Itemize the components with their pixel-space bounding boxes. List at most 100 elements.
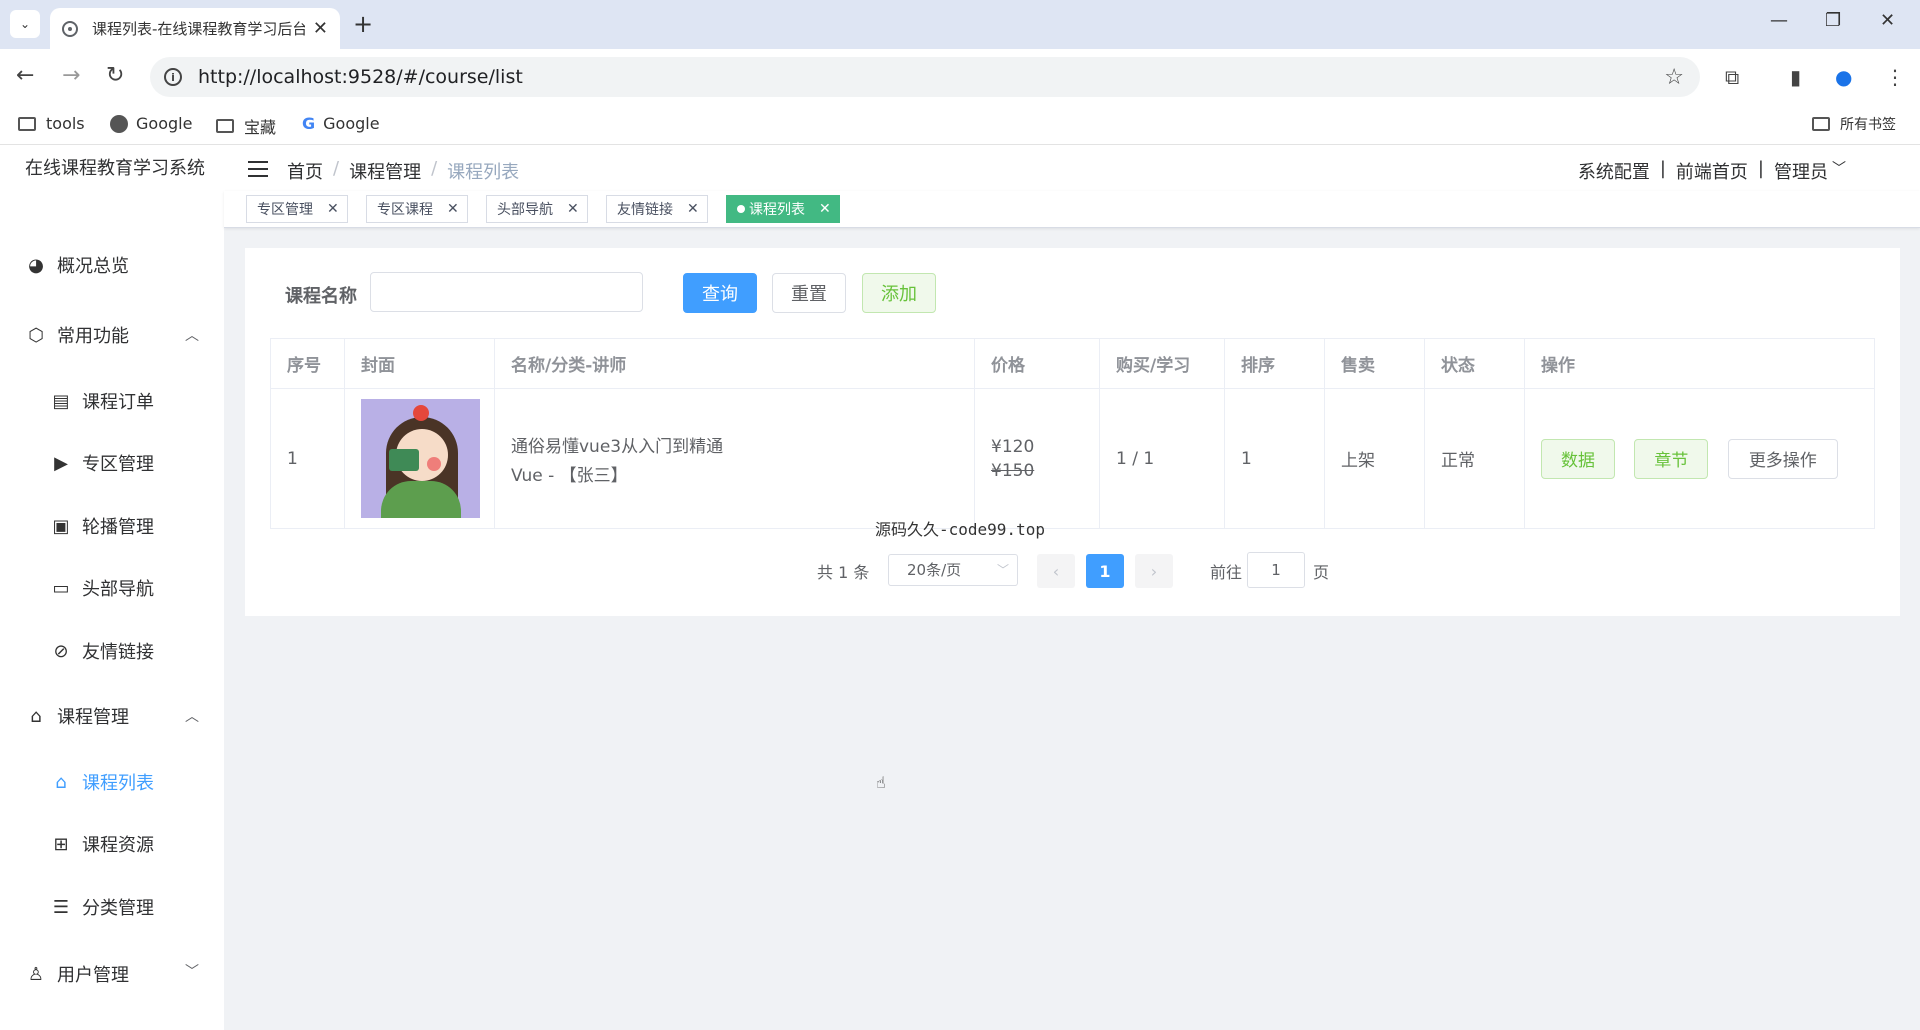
col-ops: 操作 bbox=[1524, 338, 1875, 389]
prev-page-button[interactable]: ‹ bbox=[1037, 554, 1075, 588]
address-bar-row: ← → ↻ i http://localhost:9528/#/course/l… bbox=[0, 49, 1920, 105]
google-icon: G bbox=[302, 114, 316, 133]
close-icon[interactable]: ✕ bbox=[687, 201, 699, 217]
menu-dots-icon[interactable]: ⋮ bbox=[1885, 65, 1905, 89]
cube-icon: ⬡ bbox=[28, 324, 44, 346]
url-field[interactable]: i http://localhost:9528/#/course/list ☆ bbox=[150, 57, 1700, 97]
chevron-down-icon[interactable]: ﹀ bbox=[185, 961, 199, 981]
frontend-home-link[interactable]: 前端首页 bbox=[1676, 158, 1748, 184]
chapters-button[interactable]: 章节 bbox=[1634, 438, 1709, 479]
query-button[interactable]: 查询 bbox=[683, 273, 757, 313]
col-price: 价格 bbox=[974, 338, 1100, 389]
sidebar-item-carousel[interactable]: ▣ 轮播管理 bbox=[50, 513, 154, 539]
folder-icon bbox=[18, 116, 36, 131]
new-tab-button[interactable]: + bbox=[353, 10, 373, 38]
goto-label: 前往 bbox=[1210, 563, 1243, 582]
tag-header-nav[interactable]: 头部导航 ✕ bbox=[486, 195, 588, 223]
sidebar-item-category[interactable]: ☰ 分类管理 bbox=[50, 894, 154, 920]
extensions-icon[interactable]: ⧉ bbox=[1725, 65, 1739, 89]
restore-button[interactable]: ❐ bbox=[1825, 10, 1841, 31]
sidebar-item-header-nav[interactable]: ▭ 头部导航 bbox=[50, 575, 154, 601]
close-window-button[interactable]: ✕ bbox=[1880, 10, 1895, 31]
sidebar-item-course-list[interactable]: ⌂ 课程列表 bbox=[50, 769, 154, 795]
tag-zone-mgmt[interactable]: 专区管理 ✕ bbox=[246, 195, 348, 223]
divider: | bbox=[1659, 158, 1666, 179]
sidebar-item-users[interactable]: ♙ 用户管理 bbox=[25, 961, 129, 987]
breadcrumb-separator: / bbox=[431, 158, 438, 179]
bookmarks-bar: tools Google 宝藏 G Google 所有书签 bbox=[0, 105, 1920, 145]
page-1-button[interactable]: 1 bbox=[1086, 554, 1124, 588]
course-name-input[interactable] bbox=[370, 272, 643, 312]
bookmark-star-icon[interactable]: ☆ bbox=[1664, 65, 1684, 90]
app-logo: 在线课程教育学习系统 bbox=[25, 158, 205, 179]
bookmark-google-2[interactable]: G Google bbox=[302, 114, 380, 133]
pagination-total: 共 1 条 bbox=[817, 563, 870, 582]
breadcrumb-home[interactable]: 首页 bbox=[287, 158, 323, 184]
chevron-down-icon[interactable]: ﹀ bbox=[1832, 158, 1846, 184]
sidepanel-icon[interactable]: ▮ bbox=[1790, 65, 1801, 89]
close-icon[interactable]: ✕ bbox=[567, 201, 579, 217]
sidebar-item-zone[interactable]: ▶ 专区管理 bbox=[50, 450, 154, 476]
original-price: ¥150 bbox=[991, 460, 1035, 481]
browser-tab-active[interactable]: 课程列表-在线课程教育学习后台 ✕ bbox=[50, 8, 340, 49]
bookmark-google-1[interactable]: Google bbox=[110, 114, 192, 133]
tag-zone-course[interactable]: 专区课程 ✕ bbox=[366, 195, 468, 223]
profile-icon[interactable]: ● bbox=[1835, 65, 1852, 89]
sidebar-item-resources[interactable]: ⊞ 课程资源 bbox=[50, 831, 154, 857]
system-config-link[interactable]: 系统配置 bbox=[1578, 158, 1650, 184]
more-actions-button[interactable]: 更多操作 bbox=[1727, 438, 1838, 479]
tab-close-icon[interactable]: ✕ bbox=[313, 18, 328, 39]
close-icon[interactable]: ✕ bbox=[447, 201, 459, 217]
divider: | bbox=[1757, 158, 1764, 179]
bookmark-treasure[interactable]: 宝藏 bbox=[216, 114, 276, 138]
breadcrumb-course-mgmt[interactable]: 课程管理 bbox=[349, 158, 421, 184]
page-size-select[interactable]: 20条/页 ﹀ bbox=[888, 554, 1018, 586]
bookmark-tools[interactable]: tools bbox=[18, 114, 85, 133]
dashboard-icon: ◕ bbox=[28, 254, 44, 276]
chevron-up-icon[interactable]: ︿ bbox=[185, 706, 199, 726]
close-icon[interactable]: ✕ bbox=[327, 201, 339, 217]
graduation-icon: ⌂ bbox=[55, 771, 67, 793]
data-button[interactable]: 数据 bbox=[1541, 438, 1615, 479]
chevron-down-icon: ﹀ bbox=[996, 563, 1009, 577]
tab-title: 课程列表-在线课程教育学习后台 bbox=[92, 20, 305, 38]
reload-button[interactable]: ↻ bbox=[106, 63, 124, 88]
next-page-button[interactable]: › bbox=[1135, 554, 1173, 588]
site-info-icon[interactable]: i bbox=[164, 68, 182, 86]
col-status: 状态 bbox=[1424, 338, 1525, 389]
minimize-button[interactable]: — bbox=[1770, 10, 1788, 31]
cell-sort: 1 bbox=[1224, 388, 1325, 529]
admin-dropdown[interactable]: 管理员 bbox=[1774, 158, 1828, 184]
back-button[interactable]: ← bbox=[16, 63, 34, 88]
chevron-up-icon[interactable]: ︿ bbox=[185, 325, 199, 345]
sidebar-item-orders[interactable]: ▤ 课程订单 bbox=[50, 388, 154, 414]
tag-links[interactable]: 友情链接 ✕ bbox=[606, 195, 708, 223]
sidebar-item-overview[interactable]: ◕ 概况总览 bbox=[25, 252, 129, 278]
table-row: 1 通俗易懂vue3从入门到精通 Vue - 【张三】 ¥120 ¥150 1 … bbox=[270, 388, 1875, 529]
tab-search-button[interactable]: ⌄ bbox=[10, 10, 40, 38]
forward-button[interactable]: → bbox=[62, 63, 80, 88]
goto-page-input[interactable]: 1 bbox=[1247, 552, 1305, 588]
sidebar-item-links[interactable]: ⊘ 友情链接 bbox=[50, 638, 154, 664]
table-header-row: 序号 封面 名称/分类-讲师 价格 购买/学习 排序 售卖 状态 操作 bbox=[270, 338, 1875, 389]
header-links: 系统配置 | 前端首页 | 管理员 ﹀ bbox=[1578, 158, 1846, 184]
hamburger-icon[interactable] bbox=[248, 161, 268, 177]
sidebar-item-common[interactable]: ⬡ 常用功能 bbox=[25, 322, 129, 348]
close-icon[interactable]: ✕ bbox=[819, 201, 831, 217]
price: ¥120 bbox=[991, 436, 1035, 457]
add-button[interactable]: 添加 bbox=[862, 273, 936, 313]
sidebar-item-course-mgmt[interactable]: ⌂ 课程管理 bbox=[25, 703, 129, 729]
all-bookmarks[interactable]: 所有书签 bbox=[1812, 114, 1896, 134]
breadcrumb-separator: / bbox=[333, 158, 340, 179]
reset-button[interactable]: 重置 bbox=[772, 273, 846, 313]
col-cover: 封面 bbox=[344, 338, 495, 389]
url-text: http://localhost:9528/#/course/list bbox=[198, 66, 523, 88]
breadcrumb: 首页 / 课程管理 / 课程列表 bbox=[287, 158, 519, 184]
document-icon: ▤ bbox=[52, 390, 70, 412]
col-index: 序号 bbox=[270, 338, 345, 389]
sidebar: 在线课程教育学习系统 ◕ 概况总览 ⬡ 常用功能 ︿ ▤ 课程订单 ▶ 专区管理… bbox=[0, 145, 224, 1030]
globe-icon bbox=[110, 114, 128, 133]
tag-course-list[interactable]: 课程列表 ✕ bbox=[726, 195, 840, 223]
cell-name: 通俗易懂vue3从入门到精通 Vue - 【张三】 bbox=[494, 388, 975, 529]
globe-icon bbox=[62, 20, 78, 37]
